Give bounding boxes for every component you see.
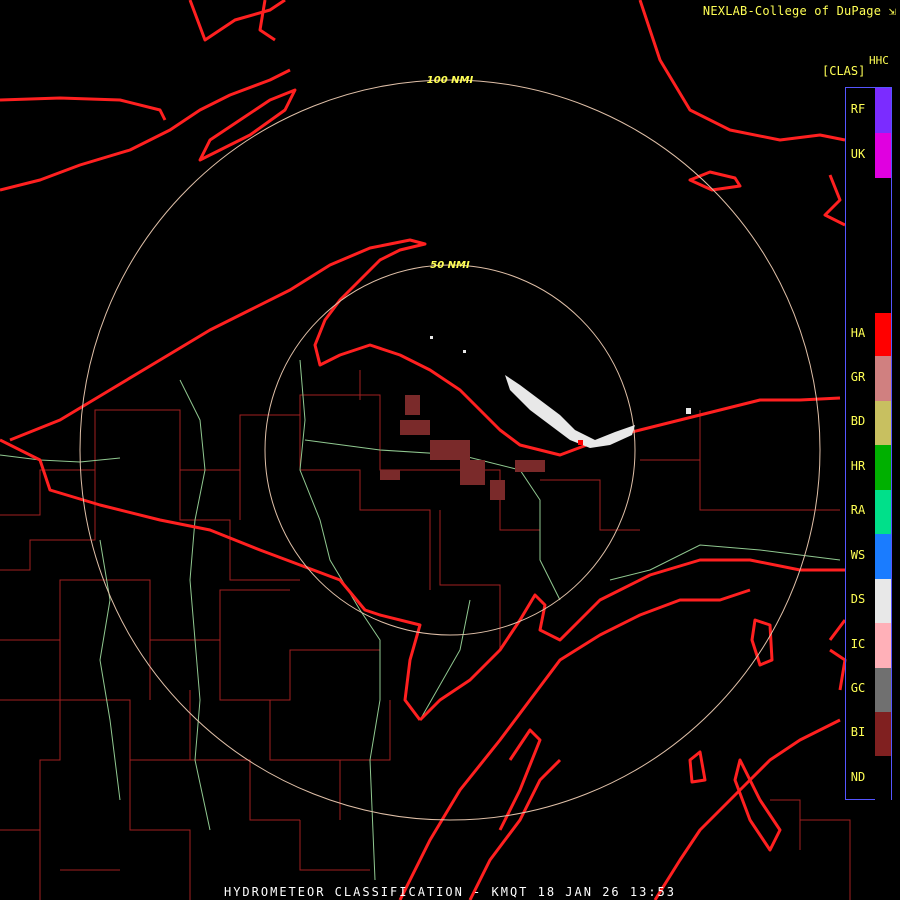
credit-text: NEXLAB-College of DuPage [702,4,882,18]
external-link-icon[interactable]: ⇲ [889,4,896,18]
ha-echoes [578,440,583,445]
legend-label-nd: ND [850,769,866,784]
legend-label-bi: BI [850,725,866,739]
coastlines [0,0,847,900]
legend-label-bd: BD [850,414,866,428]
range-ring-50-label: 50 NMI [430,260,470,271]
legend-title-product: HHC [869,54,889,67]
legend-label-ic: IC [850,636,866,651]
legend-label-ds: DS [850,592,866,606]
legend-label-ra: RA [850,503,866,517]
legend-label-gr: GR [850,369,866,384]
county-lines [0,370,851,900]
legend-label-uk: UK [850,146,866,161]
credit-label: NEXLAB-College of DuPage ⇲ [703,4,896,18]
legend-title-units: [CLAS] [822,64,866,78]
legend-label-hr: HR [850,458,866,473]
bi-echoes [380,395,545,500]
legend-label-ha: HA [850,325,866,340]
legend-label-rf: RF [850,101,866,116]
product-footer: HYDROMETEOR CLASSIFICATION - KMQT 18 JAN… [223,885,676,899]
legend-label-gc: GC [850,681,866,695]
radar-map: 100 NMI 50 NMI [0,0,851,900]
range-ring-100-label: 100 NMI [427,75,474,86]
rivers [0,359,841,881]
legend-label-ws: WS [850,547,866,562]
ds-echoes [430,336,691,448]
